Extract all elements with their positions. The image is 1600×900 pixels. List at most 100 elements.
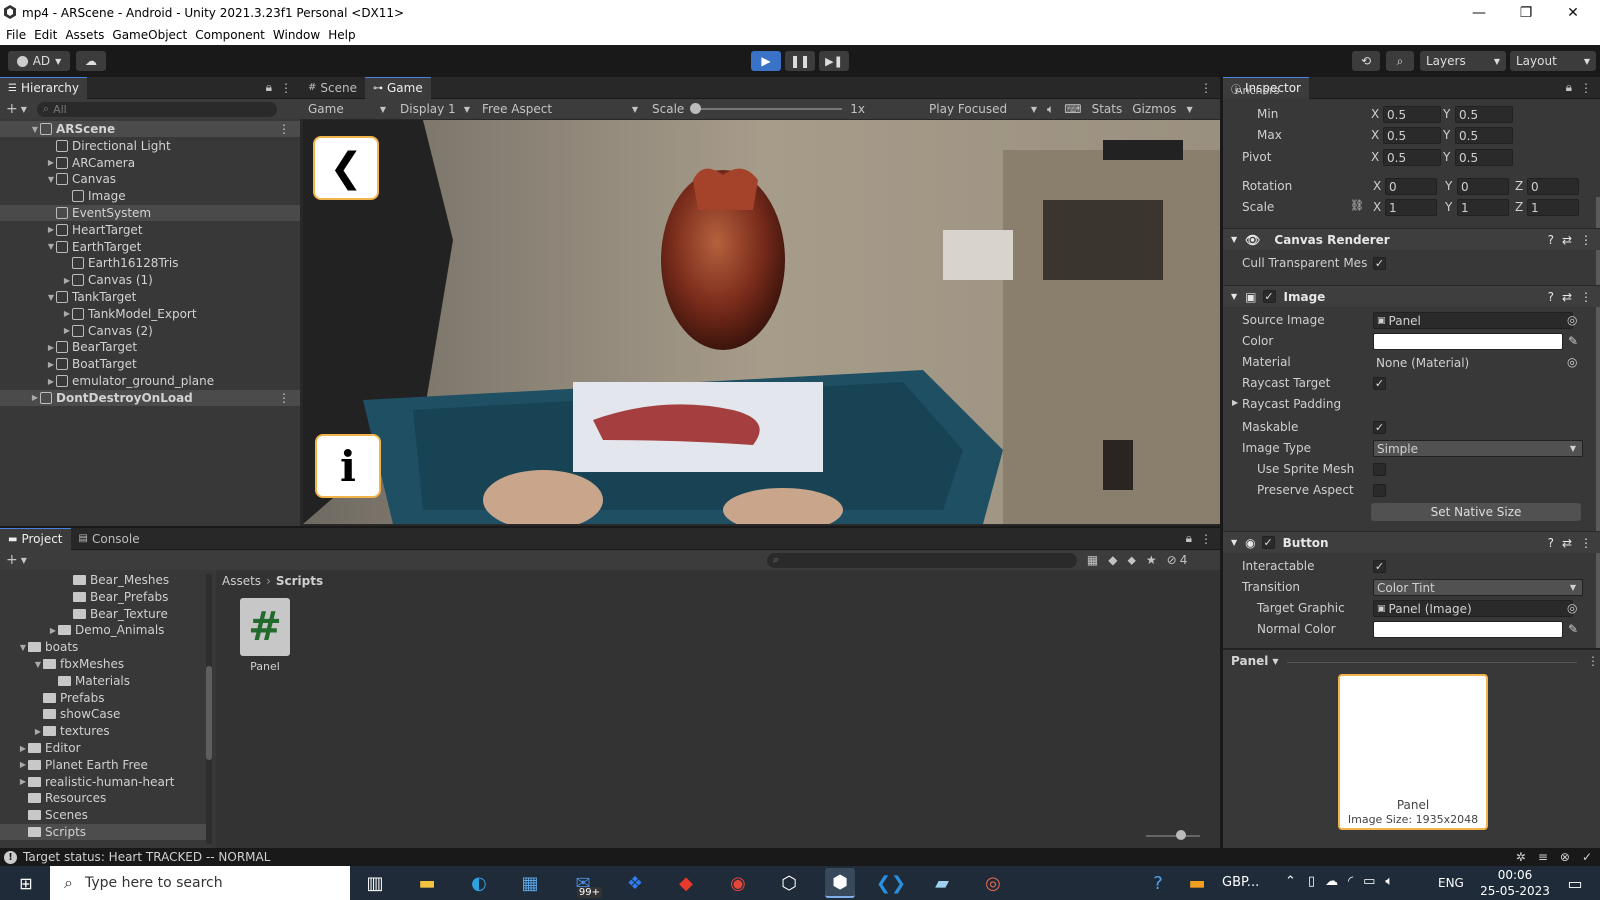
anchor-max-y-field[interactable]: 0.5 <box>1455 127 1513 144</box>
image-component-header[interactable]: ▼ ▣ ✓ Image ? ⇄ ⋮ <box>1223 285 1600 307</box>
asset-name[interactable]: Panel <box>236 660 294 673</box>
scale-x-field[interactable]: 1 <box>1385 199 1437 216</box>
task-view-button[interactable]: ▥ <box>360 868 390 898</box>
hierarchy-item[interactable]: ▼ EarthTarget <box>0 239 300 255</box>
raycast-target-checkbox[interactable]: ✓ <box>1373 377 1386 390</box>
help-icon[interactable]: ? <box>1548 290 1554 304</box>
scale-y-field[interactable]: 1 <box>1457 199 1509 216</box>
anydesk-button[interactable]: ◆ <box>671 868 701 898</box>
store-button[interactable]: ▦ <box>515 868 545 898</box>
chevron-right-icon[interactable]: ▶ <box>46 225 56 234</box>
currency-widget-button[interactable]: ▬ <box>1182 868 1212 898</box>
layers-dropdown[interactable]: Layers ▼ <box>1420 51 1506 71</box>
keyboard-icon[interactable]: ⌨ <box>1064 102 1081 116</box>
help-icon[interactable]: ? <box>1548 233 1554 247</box>
folder-item[interactable]: ▶ Planet Earth Free <box>0 757 206 773</box>
chevron-up-icon[interactable]: ⌃ <box>1285 874 1296 889</box>
pivot-y-field[interactable]: 0.5 <box>1455 149 1513 166</box>
vscode-button[interactable]: ❮❯ <box>876 868 906 898</box>
battery-icon[interactable]: ▭ <box>1363 874 1375 889</box>
hierarchy-item[interactable]: ▼ Canvas <box>0 171 300 187</box>
chevron-right-icon[interactable]: ▶ <box>46 343 56 352</box>
preset-icon[interactable]: ⇄ <box>1562 536 1572 550</box>
help-icon[interactable]: ? <box>1548 536 1554 550</box>
project-search-input[interactable]: ⌕ <box>766 552 1077 568</box>
image-type-dropdown[interactable]: Simple ▼ <box>1373 440 1583 457</box>
chevron-down-icon[interactable]: ▼ <box>18 643 28 652</box>
preset-icon[interactable]: ⇄ <box>1562 233 1572 247</box>
scale-slider[interactable] <box>690 103 843 114</box>
anchor-max-x-field[interactable]: 0.5 <box>1383 127 1441 144</box>
play-mode-select[interactable]: Play Focused ▼ <box>925 102 1041 116</box>
rotation-z-field[interactable]: 0 <box>1527 178 1579 195</box>
edge-button[interactable]: ◐ <box>464 868 494 898</box>
chevron-right-icon[interactable]: ▶ <box>46 158 56 167</box>
sprite-mesh-checkbox[interactable] <box>1373 463 1386 476</box>
cloud-button[interactable]: ☁ <box>76 51 106 71</box>
windows-start-button[interactable]: ⊞ <box>8 868 44 898</box>
more-icon[interactable]: ⋮ <box>1580 290 1592 304</box>
folder-item[interactable]: ▶ textures <box>0 723 206 739</box>
aspect-select[interactable]: Free Aspect ▼ <box>476 102 644 116</box>
notifications-button[interactable]: ▭ <box>1560 868 1590 898</box>
add-icon[interactable]: + <box>6 101 18 117</box>
hierarchy-item[interactable]: ▶ DontDestroyOnLoad ⋮ <box>0 389 300 406</box>
link-icon[interactable]: ⛓ <box>1350 199 1364 212</box>
unity-editor-button[interactable]: ⬢ <box>825 868 855 898</box>
game-view[interactable]: ❮ i <box>303 120 1220 524</box>
hierarchy-search-input[interactable]: ⌕ All <box>36 101 277 117</box>
hierarchy-item[interactable]: ▶ emulator_ground_plane <box>0 373 300 389</box>
tag-icon[interactable]: ⬥ <box>1127 553 1135 568</box>
help-tray-button[interactable]: ? <box>1143 868 1173 898</box>
more-icon[interactable]: ⋮ <box>1580 536 1592 550</box>
color-swatch[interactable] <box>1373 333 1563 350</box>
pivot-x-field[interactable]: 0.5 <box>1383 149 1441 166</box>
folder-item[interactable]: ▼ boats <box>0 639 206 655</box>
menu-file[interactable]: File <box>6 28 26 42</box>
chevron-right-icon[interactable]: ▶ <box>33 727 43 736</box>
history-button[interactable]: ⟲ <box>1352 51 1380 71</box>
step-button[interactable]: ▶❚ <box>819 51 849 71</box>
raycast-padding-row[interactable]: ▶ Raycast Padding <box>1223 395 1600 415</box>
notepad-button[interactable]: ▰ <box>927 868 957 898</box>
chevron-right-icon[interactable]: ▶ <box>62 326 72 335</box>
volume-icon[interactable]: 🔈︎ <box>1385 874 1393 889</box>
menu-edit[interactable]: Edit <box>34 28 57 42</box>
layout-dropdown[interactable]: Layout ▼ <box>1510 51 1596 71</box>
minimize-button[interactable]: — <box>1456 0 1502 25</box>
chevron-down-icon[interactable]: ▼ <box>30 125 40 134</box>
menu-help[interactable]: Help <box>328 28 355 42</box>
rotation-y-field[interactable]: 0 <box>1457 178 1509 195</box>
media-player-button[interactable]: ◎ <box>978 868 1008 898</box>
anchor-min-y-field[interactable]: 0.5 <box>1455 106 1513 123</box>
bug-icon[interactable]: ✲ <box>1516 850 1526 864</box>
chevron-right-icon[interactable]: ▶ <box>30 393 40 402</box>
button-enabled-checkbox[interactable]: ✓ <box>1261 536 1275 549</box>
tab-project[interactable]: ▬ Project <box>0 527 71 550</box>
hierarchy-item[interactable]: Directional Light <box>0 138 300 154</box>
info-ui-button[interactable]: i <box>315 434 381 498</box>
target-graphic-field[interactable]: ▣ Panel (Image) <box>1373 600 1573 617</box>
folder-item[interactable]: ▶ realistic-human-heart <box>0 774 206 790</box>
check-circle-icon[interactable]: ✓ <box>1582 850 1592 864</box>
chevron-right-icon[interactable]: ▶ <box>62 309 72 318</box>
hierarchy-item[interactable]: ▶ Canvas (2) <box>0 323 300 339</box>
chevron-down-icon[interactable]: ▼ <box>33 660 43 669</box>
object-picker-icon[interactable]: ◎ <box>1567 601 1577 615</box>
play-button[interactable]: ▶ <box>751 51 781 71</box>
preserve-aspect-checkbox[interactable] <box>1373 484 1386 497</box>
chevron-right-icon[interactable]: ▶ <box>48 626 58 635</box>
add-icon[interactable]: + <box>6 552 18 568</box>
hierarchy-item[interactable]: ▶ HeartTarget <box>0 222 300 238</box>
chevron-down-icon[interactable]: ▼ <box>46 293 56 302</box>
pause-button[interactable]: ❚❚ <box>785 51 815 71</box>
wifi-icon[interactable]: ◜ <box>1348 874 1353 889</box>
more-icon[interactable]: ⋮ <box>1200 81 1212 95</box>
chevron-down-icon[interactable]: ▼ <box>46 175 56 184</box>
set-native-size-button[interactable]: Set Native Size <box>1371 503 1581 521</box>
hierarchy-item[interactable]: Earth16128Tris <box>0 255 300 271</box>
filter-type-icon[interactable]: ▦ <box>1087 553 1098 567</box>
lock-icon[interactable]: 🔒︎ <box>1186 531 1192 546</box>
status-text[interactable]: Target status: Heart TRACKED -- NORMAL <box>23 850 270 864</box>
menu-component[interactable]: Component <box>195 28 265 42</box>
